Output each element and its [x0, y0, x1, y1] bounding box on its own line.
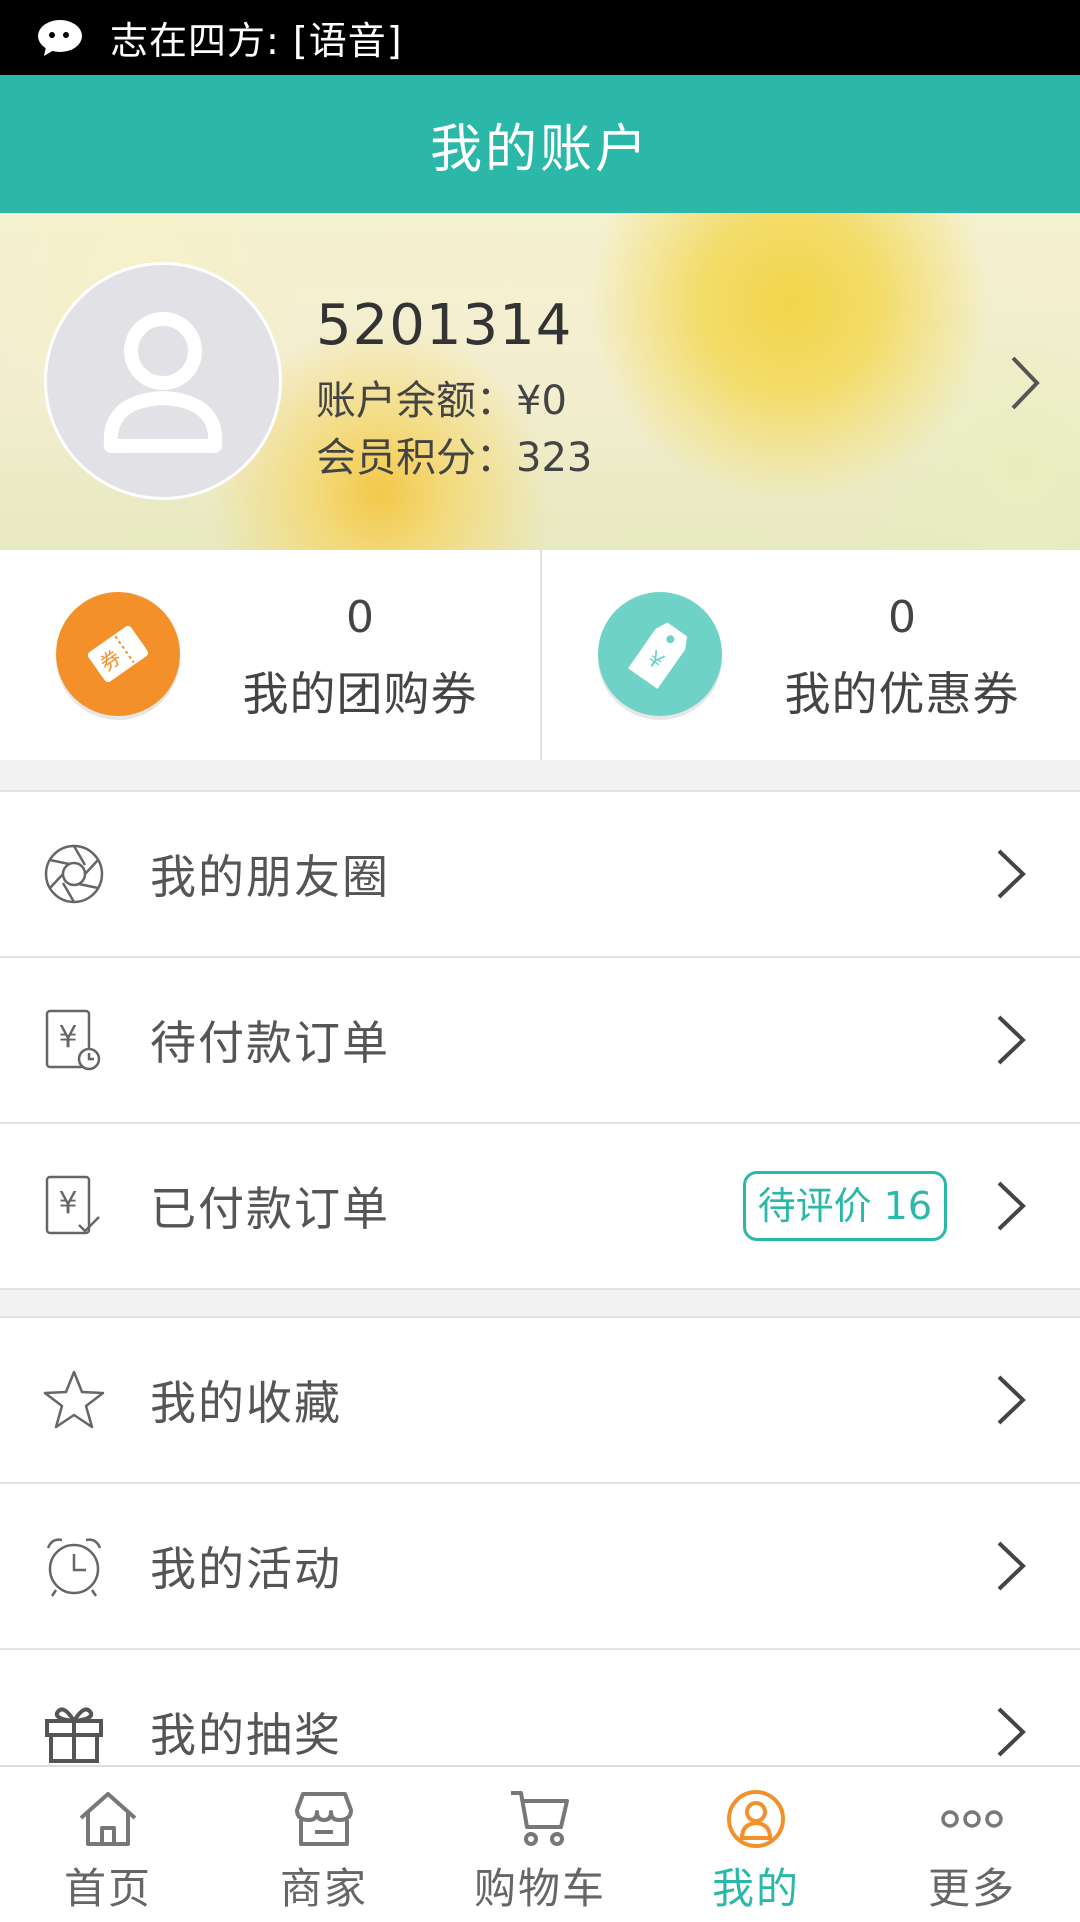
menu-label: 我的朋友圈 [150, 850, 390, 904]
profile-card[interactable]: 5201314 账户余额：¥0 会员积分：323 [0, 213, 1080, 550]
svg-text:¥: ¥ [58, 1186, 77, 1221]
status-bar: 志在四方: [语音] [0, 0, 1080, 75]
alarm-clock-icon [42, 1534, 106, 1598]
chevron-right-icon [997, 1181, 1026, 1231]
tab-label: 首页 [63, 1864, 152, 1913]
status-notification: 志在四方: [语音] [110, 19, 403, 63]
coupon-section: 券 0 我的团购券 ¥ 0 我的优惠券 [0, 550, 1080, 760]
chevron-right-icon [997, 1707, 1026, 1757]
tab-mine[interactable]: 我的 [648, 1767, 864, 1920]
menu-item-moments[interactable]: 我的朋友圈 [0, 792, 1080, 958]
chevron-right-icon[interactable] [1010, 355, 1040, 411]
menu-label: 我的收藏 [150, 1376, 342, 1430]
tab-label: 购物车 [473, 1864, 606, 1913]
discount-coupons[interactable]: ¥ 0 我的优惠券 [540, 550, 1080, 760]
menu-item-favorites[interactable]: 我的收藏 [0, 1318, 1080, 1484]
person-icon [721, 1787, 791, 1851]
bottom-tab-bar: 首页 商家 购物车 我的 更多 [0, 1765, 1080, 1922]
price-tag-icon: ¥ [598, 592, 722, 716]
page-title: 我的账户 [429, 119, 650, 180]
menu-label: 待付款订单 [150, 1016, 390, 1070]
user-id: 5201314 [316, 293, 573, 358]
tab-home[interactable]: 首页 [0, 1767, 216, 1920]
tab-label: 更多 [927, 1864, 1016, 1913]
chevron-right-icon [997, 1541, 1026, 1591]
gift-icon [42, 1700, 106, 1764]
chevron-right-icon [997, 1375, 1026, 1425]
discount-count: 0 [888, 592, 916, 643]
tab-label: 商家 [279, 1864, 368, 1913]
discount-label: 我的优惠券 [784, 667, 1020, 721]
aperture-icon [42, 842, 106, 906]
paid-order-icon: ¥ [42, 1174, 106, 1238]
group-buy-count: 0 [346, 592, 374, 643]
member-points: 会员积分：323 [316, 435, 593, 481]
menu-label: 我的抽奖 [150, 1708, 342, 1762]
more-icon [937, 1787, 1007, 1851]
menu-item-activities[interactable]: 我的活动 [0, 1484, 1080, 1650]
wechat-icon [38, 19, 82, 56]
menu-item-paid-orders[interactable]: ¥ 已付款订单 待评价 16 [0, 1124, 1080, 1288]
home-icon [73, 1787, 143, 1851]
order-menu: 我的朋友圈 ¥ 待付款订单 ¥ 已付款订单 待评价 16 [0, 790, 1080, 1290]
account-balance: 账户余额：¥0 [316, 378, 567, 424]
ticket-icon: 券 [56, 592, 180, 716]
tab-cart[interactable]: 购物车 [432, 1767, 648, 1920]
menu-item-unpaid-orders[interactable]: ¥ 待付款订单 [0, 958, 1080, 1124]
tab-label: 我的 [711, 1864, 800, 1913]
pending-review-badge[interactable]: 待评价 16 [742, 1171, 947, 1241]
menu-label: 已付款订单 [150, 1182, 390, 1236]
tab-more[interactable]: 更多 [864, 1767, 1080, 1920]
store-icon [289, 1787, 359, 1851]
personal-menu: 我的收藏 我的活动 我的抽奖 [0, 1316, 1080, 1814]
title-bar: 我的账户 [0, 75, 1080, 213]
user-avatar-icon[interactable] [44, 262, 282, 500]
chevron-right-icon [997, 1015, 1026, 1065]
group-buy-label: 我的团购券 [242, 667, 478, 721]
menu-label: 我的活动 [150, 1542, 342, 1596]
svg-text:¥: ¥ [58, 1020, 77, 1055]
group-buy-coupons[interactable]: 券 0 我的团购券 [0, 550, 540, 760]
star-icon [42, 1368, 106, 1432]
unpaid-order-icon: ¥ [42, 1008, 106, 1072]
cart-icon [505, 1787, 575, 1851]
tab-merchants[interactable]: 商家 [216, 1767, 432, 1920]
chevron-right-icon [997, 849, 1026, 899]
